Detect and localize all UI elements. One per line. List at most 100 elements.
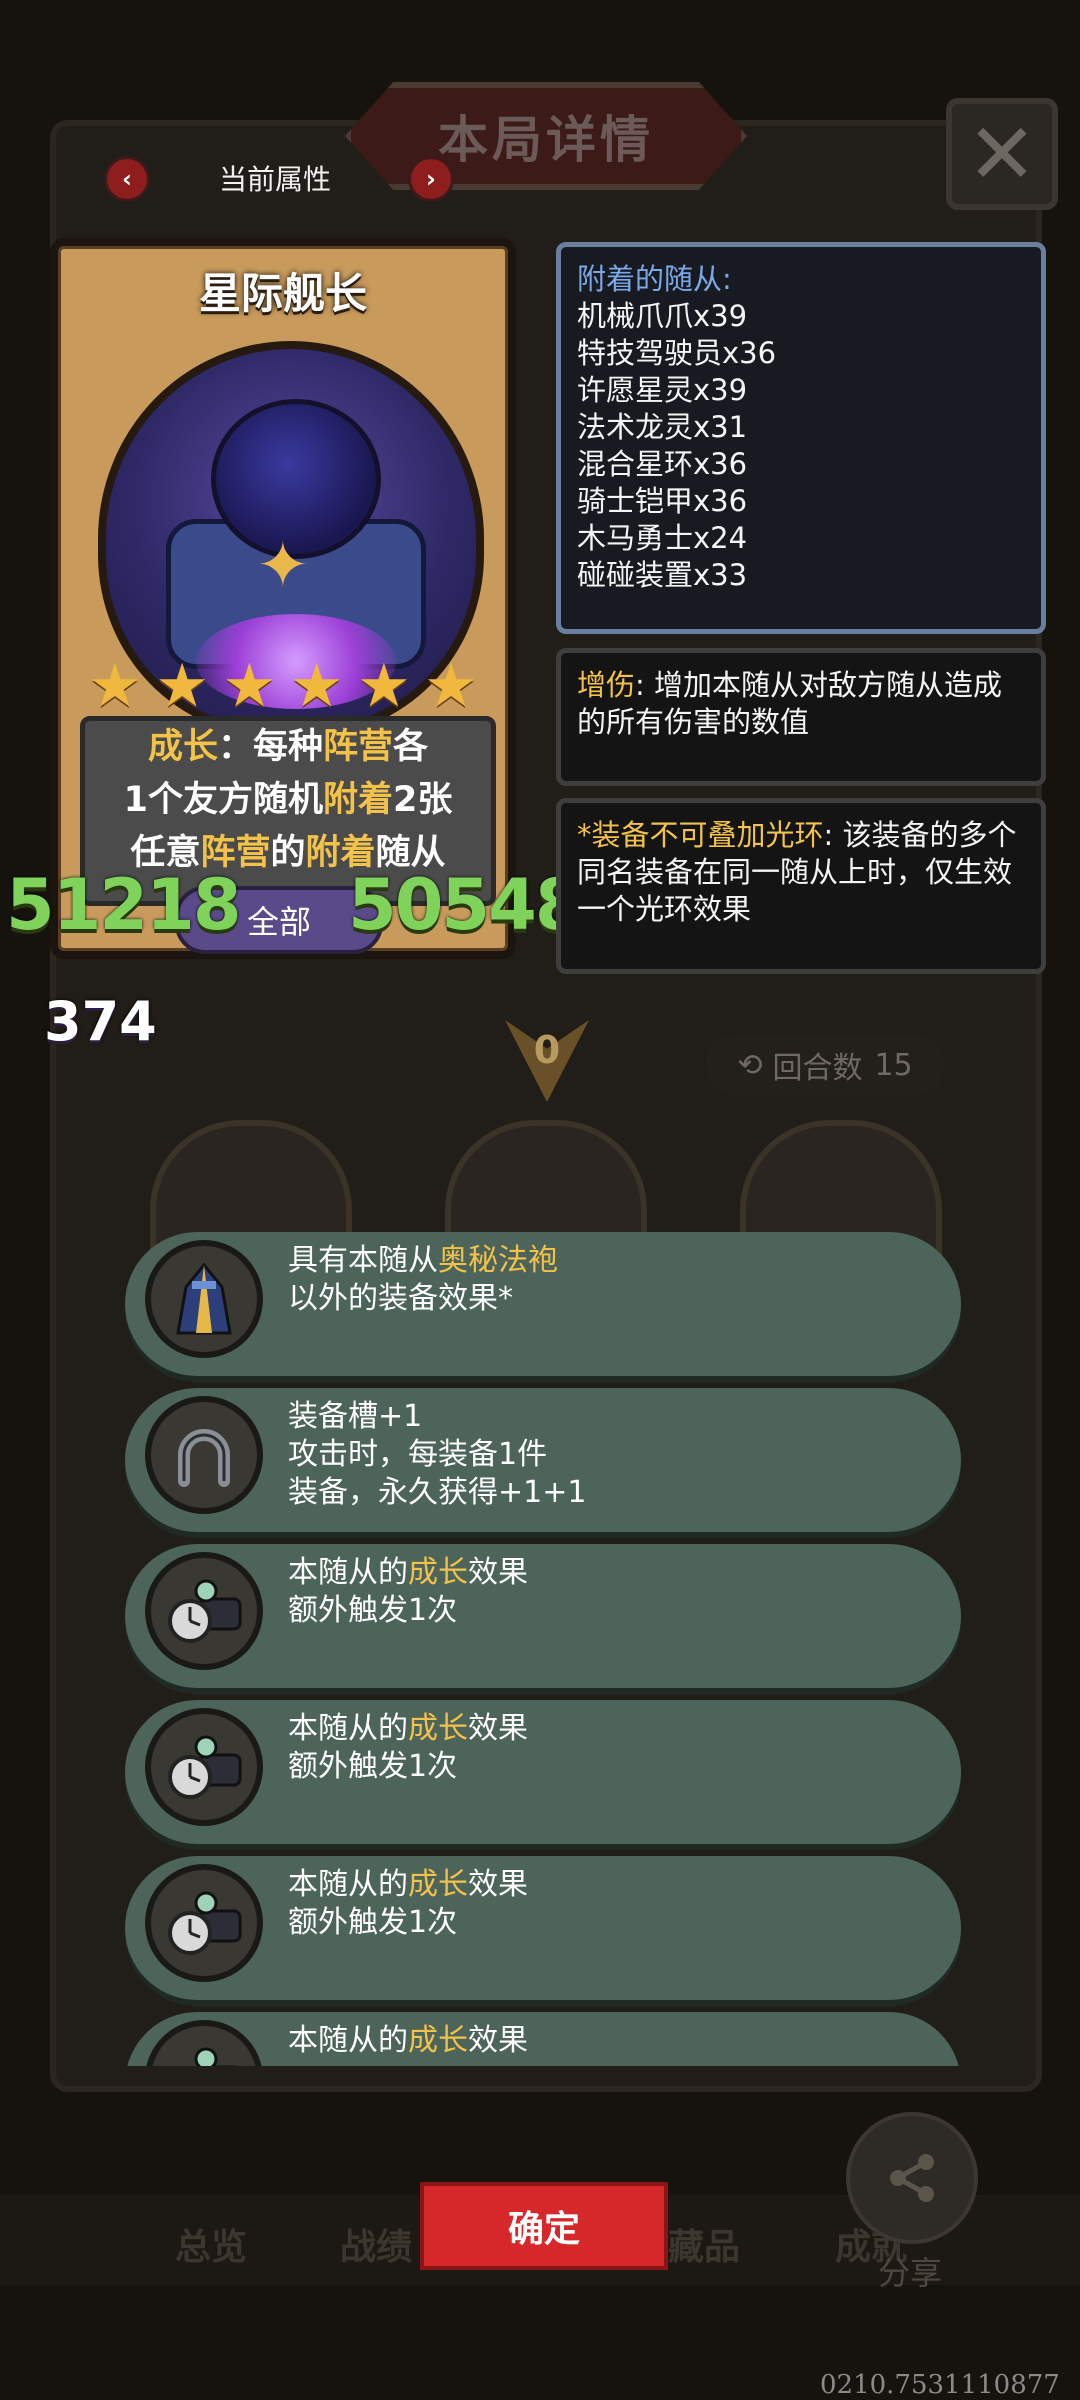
attached-minions-list: 机械爪爪x39 特技驾驶员x36 许愿星灵x39 法术龙灵x31 混合星环x36 骑士铠甲… [577, 298, 1025, 594]
filter-label: 全部 [246, 903, 311, 941]
description-text: 的 [270, 833, 306, 873]
counter-value: 374 [44, 990, 157, 1053]
equipment-text: 本随从的 [288, 1711, 408, 1746]
arrow-count: 0 [533, 1028, 561, 1072]
equipment-item[interactable]: 装备槽+1 攻击时，每装备1件 装备，永久获得+1+1 [125, 1388, 961, 1532]
equipment-description-line: 装备，永久获得+1+1 [288, 1474, 908, 1512]
star-icon: ★ [356, 651, 411, 721]
equipment-item[interactable]: 本随从的成长效果 [125, 2012, 961, 2066]
equipment-text: 攻击时，每装备1件 [288, 1437, 548, 1472]
round-label: 回合数 [772, 1051, 863, 1086]
keyword-highlight: 成长 [408, 2023, 468, 2058]
share-button[interactable] [846, 2112, 978, 2244]
star-icon: ★ [424, 651, 478, 721]
equipment-text: 以外的装备效果* [288, 1281, 513, 1316]
aura-keyword-panel: *装备不可叠加光环: 该装备的多个同名装备在同一随从上时，仅生效一个光环效果 [556, 798, 1046, 974]
equipment-text: 本随从的 [288, 1555, 408, 1590]
gauntlet-watch-icon [145, 1708, 263, 1826]
equipment-description-line: 攻击时，每装备1件 [288, 1436, 908, 1474]
keyword-highlight: 附着 [322, 780, 393, 820]
keyword-highlight: 成长 [147, 727, 218, 767]
next-attribute-button[interactable]: › [408, 156, 454, 202]
attached-minion-item: 木马勇士x24 [577, 521, 748, 555]
share-icon [890, 2154, 934, 2202]
equipment-text: 额外触发1次 [288, 1593, 458, 1628]
damage-keyword: 增伤 [577, 668, 636, 702]
keyword-highlight: 成长 [408, 1867, 468, 1902]
attached-minion-item: 许愿星灵x39 [577, 373, 748, 407]
hero-description-line: 1个友方随机附着2张 [85, 774, 491, 827]
star-icon: ★ [155, 651, 210, 721]
attached-minion-item: 法术龙灵x31 [577, 410, 748, 444]
hero-name: 星际舰长 [198, 269, 367, 318]
equipment-text: 装备槽+1 [288, 1399, 423, 1434]
equipment-description-line: 本随从的成长效果 [288, 1554, 908, 1592]
attached-minion-item: 混合星环x36 [577, 447, 748, 481]
hero-card[interactable]: 星际舰长 ✦ ★ ★ ★ ★ ★ ★ 成长：每种阵营各 1个友方随机附着2张 任意阵营的附… [50, 238, 516, 959]
close-button[interactable]: ✕ [946, 98, 1058, 210]
star-icon: ★ [289, 651, 344, 721]
equipment-description-line: 以外的装备效果* [288, 1280, 908, 1318]
tab-collection[interactable]: 藏品 [668, 2218, 740, 2270]
attached-minion-item: 碰碰装置x33 [577, 558, 748, 592]
equipment-description: 装备槽+1 攻击时，每装备1件 装备，永久获得+1+1 [288, 1398, 908, 1512]
round-counter: ⟲ 回合数 15 [705, 1035, 945, 1095]
mystic-robe-icon [145, 1240, 263, 1358]
attached-minions-panel: 附着的随从: 机械爪爪x39 特技驾驶员x36 许愿星灵x39 法术龙灵x31 混合星环… [556, 242, 1046, 634]
keyword-highlight: 阵营 [323, 727, 394, 767]
description-text: 1个友方随机 [123, 780, 323, 820]
chevron-right-icon: › [426, 165, 436, 193]
damage-description: : 增加本随从对敌方随从造成的所有伤害的数值 [577, 668, 1003, 739]
equipment-text: 额外触发1次 [288, 1749, 458, 1784]
tab-overview[interactable]: 总览 [175, 2218, 247, 2270]
chevron-left-icon: ‹ [122, 165, 132, 193]
star-emblem-icon: ✦ [256, 529, 310, 603]
refresh-icon: ⟲ [737, 1047, 763, 1083]
equipment-item[interactable]: 本随从的成长效果 额外触发1次 [125, 1700, 961, 1844]
equipment-description-line: 具有本随从奥秘法袍 [288, 1242, 908, 1280]
confirm-button[interactable]: 确定 [420, 2182, 668, 2270]
attached-minion-item: 骑士铠甲x36 [577, 484, 748, 518]
build-code: 0210.7531110877 [820, 2370, 1060, 2400]
equipment-description: 本随从的成长效果 [288, 2022, 908, 2060]
keyword-highlight: 奥秘法袍 [438, 1243, 558, 1278]
equipment-item[interactable]: 本随从的成长效果 额外触发1次 [125, 1856, 961, 2000]
star-icon: ★ [88, 651, 142, 721]
attribute-label: 当前属性 [218, 163, 331, 196]
equipment-description-line: 额外触发1次 [288, 1904, 908, 1942]
page-title: 本局详情 [438, 111, 654, 169]
gauntlet-watch-icon [145, 2020, 263, 2066]
confirm-label: 确定 [507, 2209, 580, 2250]
equipment-text: 效果 [468, 1867, 528, 1902]
equipment-description-line: 本随从的成长效果 [288, 1710, 908, 1748]
equipment-text: 效果 [468, 2023, 528, 2058]
round-value: 15 [874, 1047, 913, 1083]
star-icon: ★ [222, 651, 277, 721]
health-stat: 50548 [348, 864, 584, 946]
keyword-highlight: 成长 [408, 1555, 468, 1590]
equipment-text: 具有本随从 [288, 1243, 438, 1278]
equipment-description-line: 额外触发1次 [288, 1592, 908, 1630]
equipment-text: 本随从的 [288, 1867, 408, 1902]
equipment-text: 效果 [468, 1555, 528, 1590]
gauntlet-watch-icon [145, 1864, 263, 1982]
attached-minion-item: 特技驾驶员x36 [577, 336, 777, 370]
attached-minion-item: 机械爪爪x39 [577, 299, 748, 333]
description-text: 2张 [393, 780, 453, 820]
equipment-text: 效果 [468, 1711, 528, 1746]
equipment-description: 本随从的成长效果 额外触发1次 [288, 1554, 908, 1630]
attack-stat: 51218 [6, 864, 242, 946]
tab-record[interactable]: 战绩 [340, 2218, 412, 2270]
equipment-description: 本随从的成长效果 额外触发1次 [288, 1710, 908, 1786]
damage-keyword-panel: 增伤: 增加本随从对敌方随从造成的所有伤害的数值 [556, 648, 1046, 786]
hero-description-line: 成长：每种阵营各 [85, 721, 491, 774]
close-icon: ✕ [966, 105, 1038, 203]
attached-minions-title: 附着的随从: [577, 262, 732, 296]
equipment-list[interactable]: 具有本随从奥秘法袍 以外的装备效果* 装备槽+1 攻击时，每装备1件 装备，永久获得+1… [125, 1232, 961, 2066]
star-rating: ★ ★ ★ ★ ★ ★ [88, 656, 478, 716]
equipment-item[interactable]: 具有本随从奥秘法袍 以外的装备效果* [125, 1232, 961, 1376]
gauntlet-watch-icon [145, 1552, 263, 1670]
equipment-description-line: 额外触发1次 [288, 1748, 908, 1786]
equipment-item[interactable]: 本随从的成长效果 额外触发1次 [125, 1544, 961, 1688]
horseshoe-icon [145, 1396, 263, 1514]
